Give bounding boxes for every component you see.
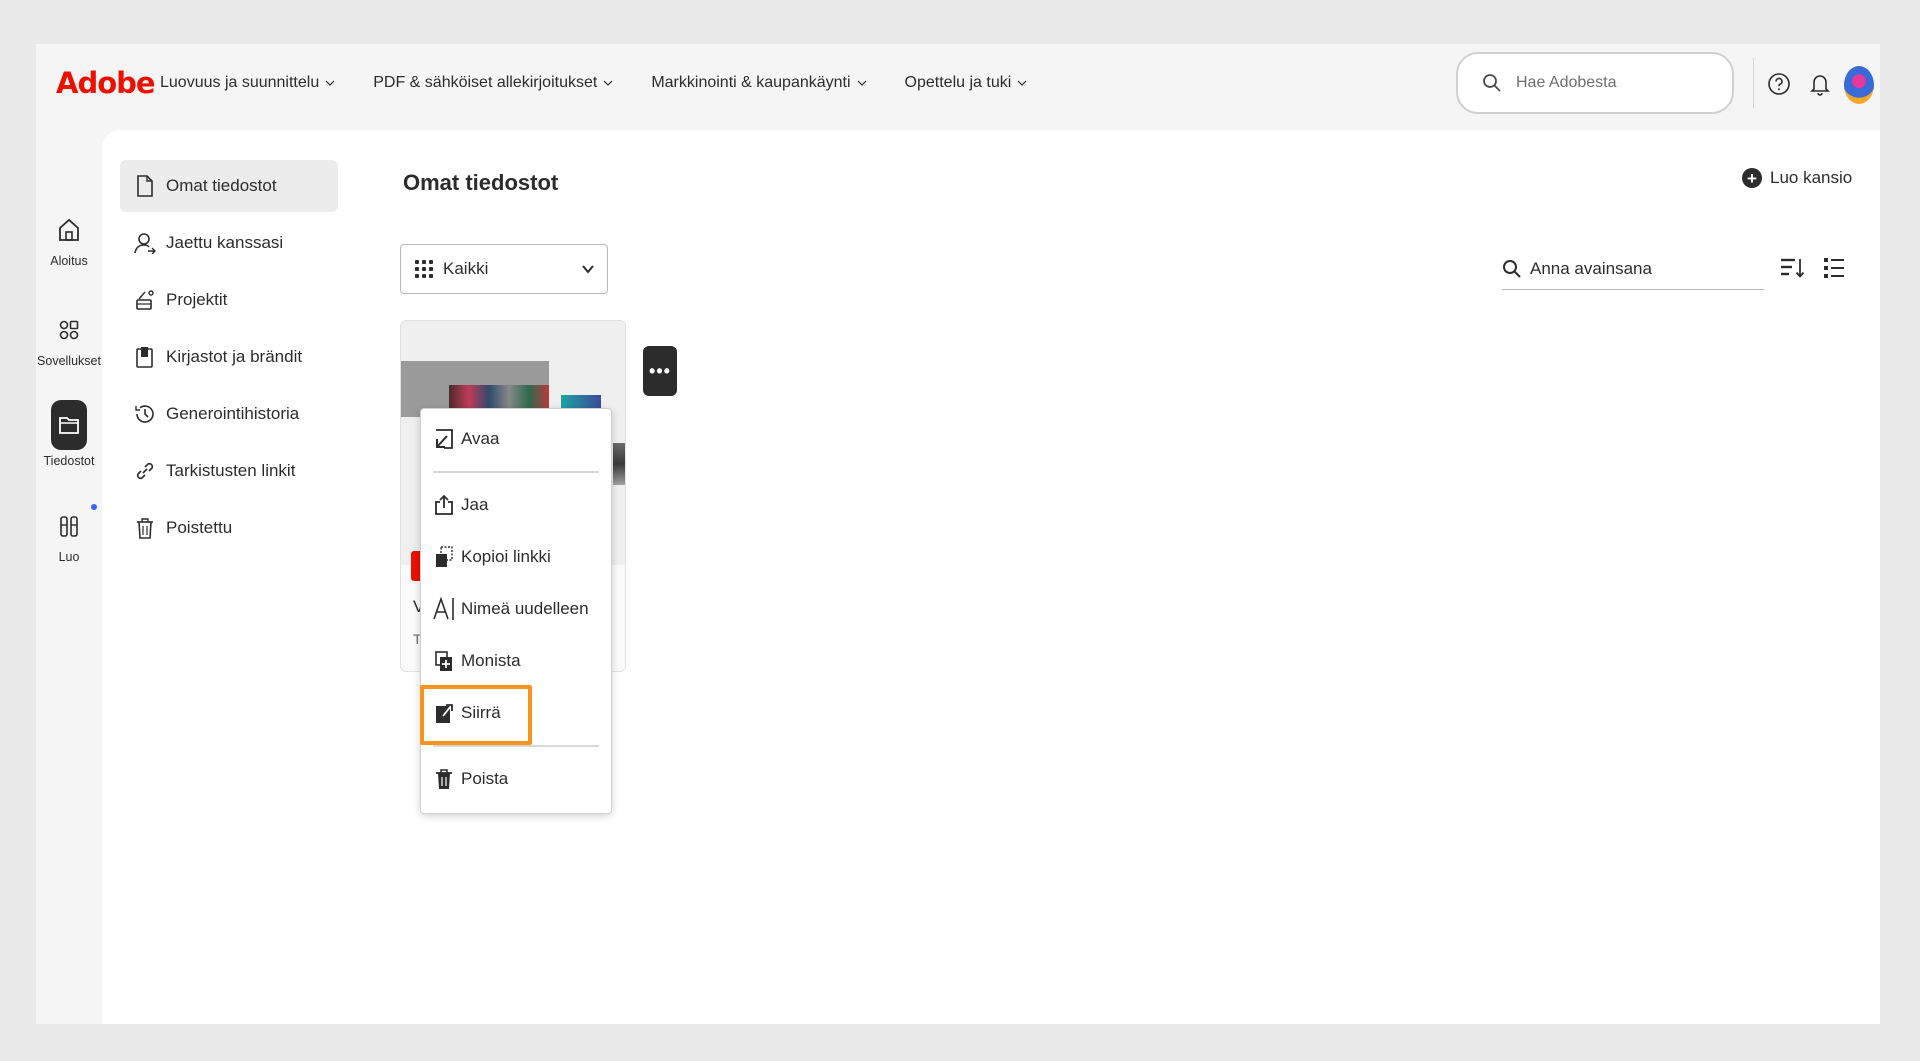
menu-item-share[interactable]: Jaa [433,485,601,525]
home-icon [49,210,89,250]
highlight-box [420,685,532,745]
menu-item-open[interactable]: Avaa [433,419,601,459]
nav-item-creativity[interactable]: Luovuus ja suunnittelu [160,74,335,92]
subnav-item-projects[interactable]: Projektit [120,274,338,326]
left-rail: Aloitus Sovellukset Tiedostot Luo [36,128,102,1024]
history-icon [134,403,156,425]
delete-icon [433,767,455,791]
subnav-label: Tarkistusten linkit [166,461,296,480]
rail-item-create[interactable]: Luo [36,504,102,564]
filter-value: Kaikki [443,259,489,278]
menu-item-label: Nimeä uudelleen [461,599,589,618]
copy-link-icon [433,545,455,569]
sort-icon[interactable] [1778,254,1806,282]
apps-icon [49,310,89,350]
chevron-down-icon [857,80,866,86]
duplicate-icon [433,649,455,673]
new-folder-button[interactable]: + Luo kansio [1742,168,1852,188]
thumbnail-photos [613,443,625,485]
link-icon [134,460,156,482]
main-panel: Omat tiedostot Jaettu kanssasi Projektit… [102,130,1880,1024]
projects-icon [134,289,156,311]
menu-item-label: Avaa [461,429,500,448]
chevron-down-icon [1017,80,1027,86]
global-search-input[interactable] [1516,74,1716,92]
more-options-button[interactable]: ••• [643,346,677,396]
rail-label: Aloitus [50,254,88,268]
subnav-label: Jaettu kanssasi [166,233,284,252]
search-icon [1483,74,1501,92]
rail-label: Luo [58,550,80,564]
page-title: Omat tiedostot [403,170,559,195]
menu-divider [433,745,599,747]
list-view-icon[interactable] [1820,254,1848,282]
nav-label: Luovuus ja suunnittelu [160,74,320,91]
grid-icon [415,260,433,278]
app-window: Adobe Luovuus ja suunnittelu PDF & sähkö… [36,44,1880,1024]
notification-dot [91,504,97,510]
global-search[interactable] [1456,52,1734,114]
keyword-search[interactable] [1502,248,1764,290]
rail-label: Tiedostot [43,454,95,468]
trash-icon [134,517,156,539]
chevron-down-icon [582,265,594,274]
menu-item-delete[interactable]: Poista [433,759,601,799]
subnav-item-my-files[interactable]: Omat tiedostot [120,160,338,212]
file-type-filter[interactable]: Kaikki [400,244,608,294]
subnav-label: Projektit [166,290,228,309]
subnav-item-libraries[interactable]: Kirjastot ja brändit [120,331,338,383]
library-icon [134,346,156,368]
bell-icon[interactable] [1806,70,1834,98]
nav-item-learning[interactable]: Opettelu ja tuki [905,74,1028,92]
menu-item-label: Jaa [461,495,489,514]
rail-item-home[interactable]: Aloitus [36,210,102,268]
adobe-logo[interactable]: Adobe [56,66,156,100]
menu-item-rename[interactable]: Nimeä uudelleen [433,589,601,629]
divider [1753,58,1754,108]
shared-user-icon [134,232,156,254]
subnav-item-deleted[interactable]: Poistettu [120,502,338,554]
folder-icon [51,400,87,450]
menu-divider [433,471,599,473]
subnav-label: Kirjastot ja brändit [166,347,303,366]
nav-item-pdf[interactable]: PDF & sähköiset allekirjoitukset [373,74,613,92]
menu-item-copy-link[interactable]: Kopioi linkki [433,537,601,577]
share-icon [433,493,455,517]
menu-item-label: Kopioi linkki [461,547,551,566]
subnav-label: Generointihistoria [166,404,300,423]
subnav-item-shared[interactable]: Jaettu kanssasi [120,217,338,269]
subnav-label: Omat tiedostot [166,176,277,195]
rename-icon [433,597,455,621]
chevron-down-icon [325,80,335,86]
keyword-search-input[interactable] [1530,258,1750,279]
open-icon [433,427,455,451]
nav-label: PDF & sähköiset allekirjoitukset [373,74,598,91]
files-subnav: Omat tiedostot Jaettu kanssasi Projektit… [120,160,338,559]
top-bar: Adobe Luovuus ja suunnittelu PDF & sähkö… [36,44,1880,128]
subnav-item-history[interactable]: Generointihistoria [120,388,338,440]
context-menu: Avaa Jaa Kopioi linkki Nimeä uudelleen M… [420,408,612,814]
menu-item-duplicate[interactable]: Monista [433,641,601,681]
create-icon [49,504,97,546]
search-icon [1503,259,1521,278]
nav-label: Markkinointi & kaupankäynti [651,74,851,91]
avatar[interactable] [1844,66,1874,104]
new-folder-label: Luo kansio [1770,168,1853,187]
rail-item-apps[interactable]: Sovellukset [36,310,102,368]
chevron-down-icon [603,80,613,86]
top-nav: Luovuus ja suunnittelu PDF & sähköiset a… [160,74,1065,92]
menu-item-label: Monista [461,651,521,670]
file-icon [134,175,156,197]
plus-icon: + [1742,168,1762,188]
nav-label: Opettelu ja tuki [904,74,1012,91]
subnav-item-review-links[interactable]: Tarkistusten linkit [120,445,338,497]
help-icon[interactable] [1765,70,1793,98]
rail-item-files[interactable]: Tiedostot [36,400,102,468]
rail-label: Sovellukset [37,354,101,368]
subnav-label: Poistettu [166,518,233,537]
menu-item-label: Poista [461,769,509,788]
nav-item-marketing[interactable]: Markkinointi & kaupankäynti [651,74,866,92]
